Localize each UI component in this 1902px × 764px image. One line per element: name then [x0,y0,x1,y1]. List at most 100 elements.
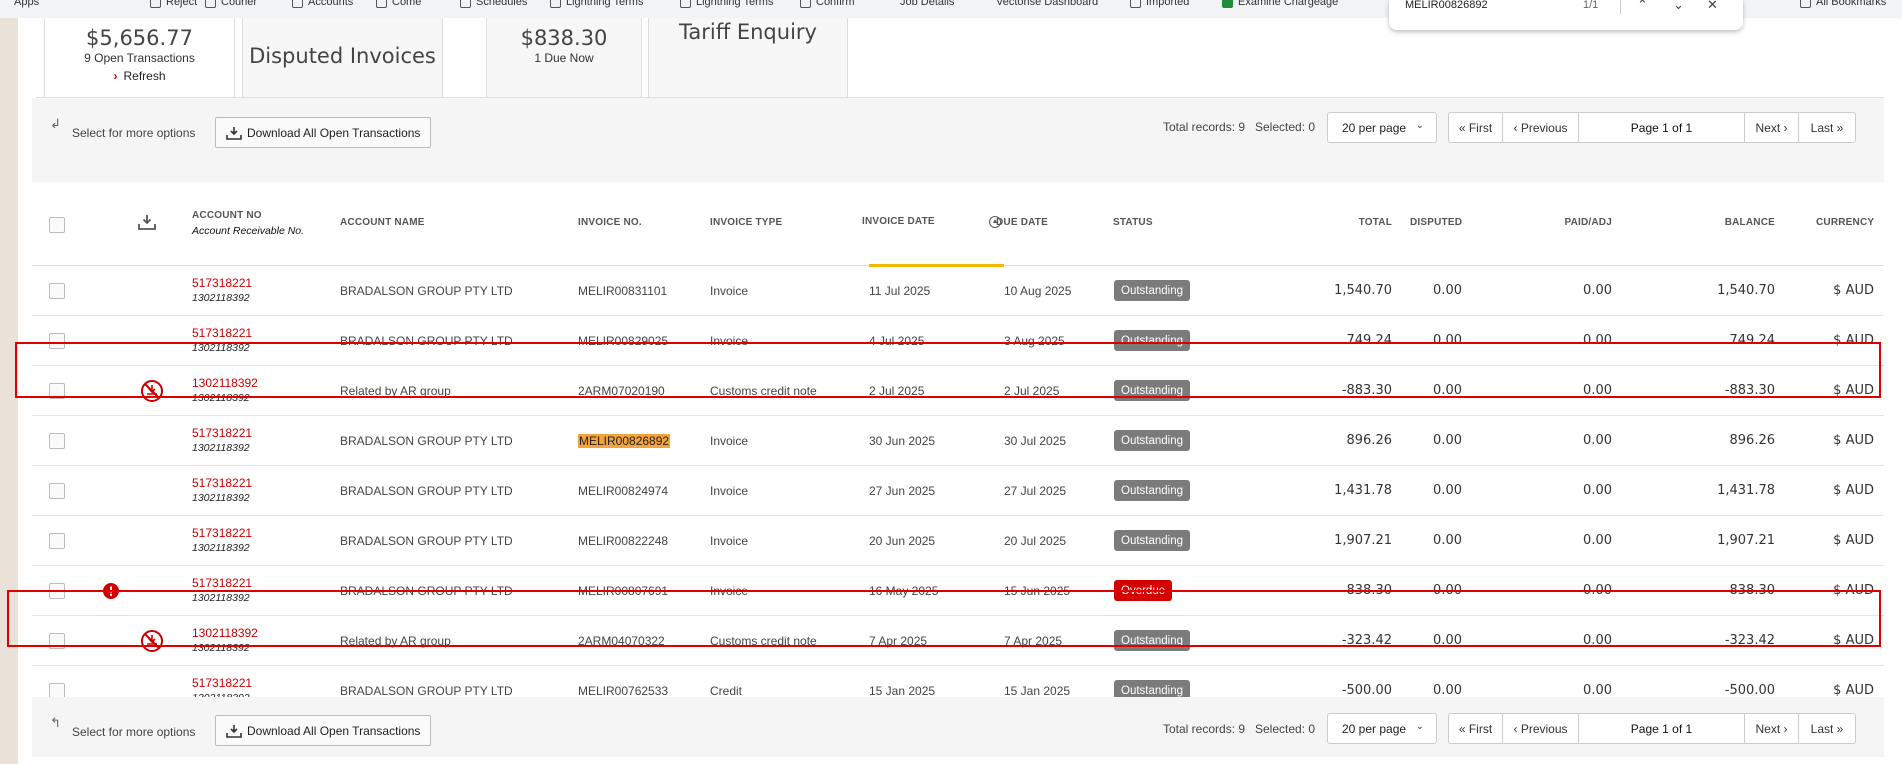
table-row[interactable]: 517318221 1302118392 BRADALSON GROUP PTY L… [32,466,1884,516]
table-row[interactable]: 517318221 1302118392 BRADALSON GROUP PTY L… [32,566,1884,616]
account-name: BRADALSON GROUP PTY LTD [340,534,513,548]
row-checkbox[interactable] [49,583,65,599]
previous-page-button[interactable]: ‹ Previous [1503,113,1579,142]
invoice-no-text: MELIR00829025 [578,334,669,348]
invoice-no[interactable]: MELIR00829025 [578,334,668,348]
invoice-date: 2 Jul 2025 [869,384,925,398]
due-date: 27 Jul 2025 [1004,484,1067,498]
bookmark-item[interactable]: Imported [1130,0,1189,8]
row-checkbox[interactable] [49,433,65,449]
header-due-date[interactable]: DUE DATE [996,217,1048,228]
first-page-button[interactable]: « First [1449,714,1503,743]
next-page-button[interactable]: Next › [1745,714,1799,743]
bookmark-item[interactable]: Examine Chargeage [1222,0,1338,8]
row-checkbox[interactable] [49,533,65,549]
row-checkbox[interactable] [49,483,65,499]
select-all-checkbox[interactable] [49,217,65,233]
row-checkbox[interactable] [49,633,65,649]
bookmark-item[interactable]: Lighthing Terms [680,0,773,8]
header-account-name[interactable]: ACCOUNT NAME [340,217,425,228]
account-no-link[interactable]: 517318221 [192,426,252,440]
header-disputed[interactable]: DISPUTED [1410,217,1462,228]
invoice-no[interactable]: MELIR00762533 [578,684,668,698]
table-row[interactable]: 1302118392 1302118392 Related by AR group 2… [32,366,1884,416]
last-page-button[interactable]: Last » [1799,714,1855,743]
folder-icon [1130,0,1141,8]
table-row[interactable]: 517318221 1302118392 BRADALSON GROUP PTY L… [32,516,1884,566]
account-no-link[interactable]: 517318221 [192,276,252,290]
header-invoice-type[interactable]: INVOICE TYPE [710,217,782,228]
last-page-button[interactable]: Last » [1799,113,1855,142]
pagination-top: « First ‹ Previous Page 1 of 1 Next › La… [1448,112,1856,143]
header-invoice-date[interactable]: INVOICE DATE [862,216,935,227]
tab-disputed-invoices[interactable]: Disputed Invoices [242,18,443,98]
account-no-link[interactable]: 517318221 [192,526,252,540]
bookmark-item[interactable]: Reject [150,0,197,8]
close-icon[interactable]: ✕ [1707,0,1718,13]
invoice-no[interactable]: MELIR00831101 [578,284,667,298]
header-status[interactable]: STATUS [1113,217,1153,228]
chevron-up-icon[interactable]: ⌃ [1637,0,1648,13]
invoice-date: 4 Jul 2025 [869,334,925,348]
disputed-amount: 0.00 [1433,483,1462,498]
row-checkbox[interactable] [49,283,65,299]
invoice-no[interactable]: 2ARM07020190 [578,384,665,398]
download-icon[interactable] [138,214,156,230]
bookmark-item[interactable]: Accounts [292,0,353,8]
row-checkbox[interactable] [49,333,65,349]
download-all-label: Download All Open Transactions [247,723,421,738]
bookmark-item[interactable]: Courier [205,0,257,8]
invoice-no[interactable]: 2ARM04070322 [578,634,665,648]
table-row[interactable]: 517318221 1302118392 BRADALSON GROUP PTY L… [32,316,1884,366]
paid-adj-amount: 0.00 [1583,583,1612,598]
invoice-no[interactable]: MELIR00824974 [578,484,668,498]
header-balance[interactable]: BALANCE [1712,217,1775,228]
tab-tariff-enquiry[interactable]: Tariff Enquiry [648,18,848,98]
bookmark-item[interactable]: Vectorise Dashboard [996,0,1098,8]
header-invoice-no[interactable]: INVOICE NO. [578,217,642,228]
header-currency[interactable]: CURRENCY [1816,217,1874,228]
balance-amount: -883.30 [1724,383,1775,398]
bookmark-item[interactable]: Schedules [460,0,527,8]
currency: $ AUD [1833,483,1874,498]
next-page-button[interactable]: Next › [1745,113,1799,142]
bookmark-item[interactable]: All Bookmarks [1800,0,1886,8]
invoice-no[interactable]: MELIR00826892 [578,434,671,448]
header-paid-adj[interactable]: PAID/ADJ [1552,217,1612,228]
bookmark-item[interactable]: Lighthing Terms [550,0,643,8]
invoice-date: 11 Jul 2025 [869,284,931,298]
folder-icon [800,0,811,8]
header-total[interactable]: TOTAL [1342,217,1392,228]
refresh-link[interactable]: › Refresh [45,69,234,83]
chevron-down-icon[interactable]: ⌄ [1673,0,1684,13]
first-page-button[interactable]: « First [1449,113,1503,142]
bookmark-item[interactable]: Job Details [900,0,954,8]
invoice-no[interactable]: MELIR00822248 [578,534,668,548]
previous-page-button[interactable]: ‹ Previous [1503,714,1579,743]
account-no-link[interactable]: 517318221 [192,676,252,690]
currency: $ AUD [1833,283,1874,298]
open-total-amount: $5,656.77 [86,26,193,50]
per-page-select[interactable]: 20 per page ⌄ [1327,112,1437,143]
account-no-link[interactable]: 1302118392 [192,376,258,390]
account-no-link[interactable]: 517318221 [192,326,252,340]
tab-open-transactions[interactable]: $5,656.77 9 Open Transactions › Refresh [44,18,235,98]
per-page-select[interactable]: 20 per page ⌄ [1327,713,1437,744]
find-input[interactable]: MELIR00826892 [1405,0,1488,11]
row-checkbox[interactable] [49,383,65,399]
download-all-button-bottom[interactable]: Download All Open Transactions [215,715,432,746]
bookmark-item[interactable]: Come [376,0,421,8]
account-no-link[interactable]: 517318221 [192,476,252,490]
account-no-link[interactable]: 1302118392 [192,626,258,640]
invoice-no[interactable]: MELIR00807691 [578,584,668,598]
account-no-link[interactable]: 517318221 [192,576,252,590]
tab-due-now[interactable]: $838.30 1 Due Now [486,18,642,98]
table-row[interactable]: 1302118392 1302118392 Related by AR group 2… [32,616,1884,666]
bookmark-item[interactable]: Apps [14,0,39,8]
header-account-no[interactable]: ACCOUNT NO Account Receivable No. [192,210,304,237]
table-row[interactable]: 517318221 1302118392 BRADALSON GROUP PTY L… [32,416,1884,466]
bookmark-item[interactable]: Confirm [800,0,855,8]
download-all-button[interactable]: Download All Open Transactions [215,117,432,148]
find-divider [1620,0,1621,14]
table-row[interactable]: 517318221 1302118392 BRADALSON GROUP PTY L… [32,266,1884,316]
